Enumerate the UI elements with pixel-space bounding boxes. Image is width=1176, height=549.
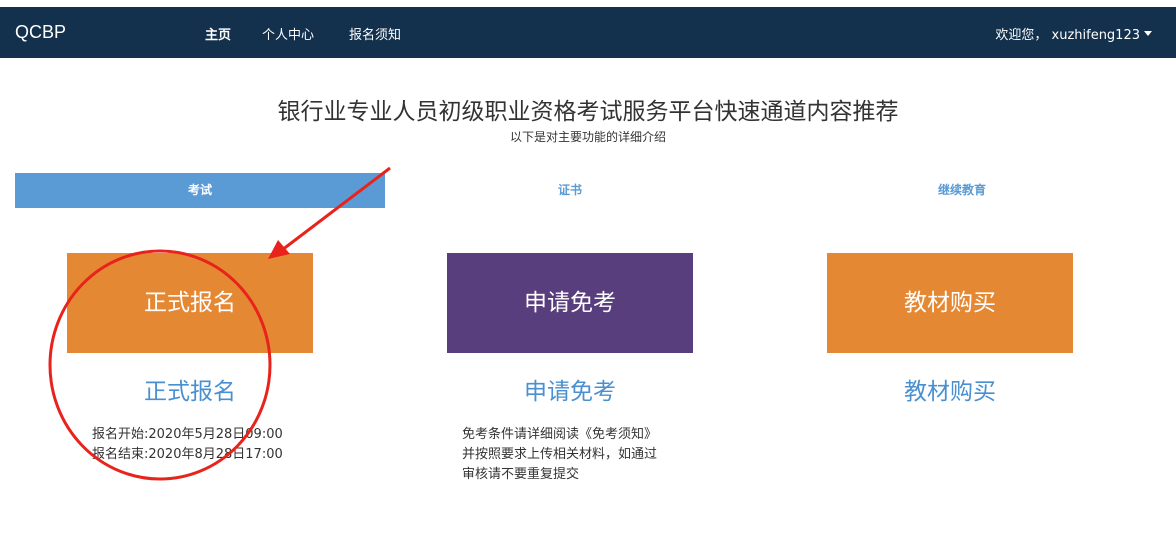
tab-certificate[interactable]: 证书 — [385, 173, 755, 208]
user-menu[interactable]: 欢迎您， xuzhifeng123 — [995, 24, 1140, 43]
exemption-note-line: 并按照要求上传相关材料，如通过 — [462, 447, 658, 462]
tab-exam[interactable]: 考试 — [15, 173, 385, 208]
link-textbook-purchase[interactable]: 教材购买 — [827, 372, 1073, 406]
tile-textbook-purchase[interactable]: 教材购买 — [827, 253, 1073, 353]
page-title: 银行业专业人员初级职业资格考试服务平台快速通道内容推荐 — [277, 99, 899, 125]
tile-formal-registration[interactable]: 正式报名 — [67, 253, 313, 353]
exemption-notes: 免考条件请详细阅读《免考须知》 并按照要求上传相关材料，如通过 审核请不要重复提… — [462, 425, 657, 485]
registration-end: 报名结束:2020年8月28日17:00 — [92, 447, 283, 462]
tile-exam-exemption[interactable]: 申请免考 — [447, 253, 693, 353]
exemption-note-line: 免考条件请详细阅读《免考须知》 — [462, 427, 658, 442]
registration-dates: 报名开始:2020年5月28日09:00 报名结束:2020年8月28日17:0… — [92, 425, 283, 465]
page-subtitle: 以下是对主要功能的详细介绍 — [509, 130, 666, 144]
registration-start: 报名开始:2020年5月28日09:00 — [92, 427, 283, 442]
caret-down-icon[interactable] — [1144, 31, 1152, 36]
nav-personal-center[interactable]: 个人中心 — [262, 24, 314, 43]
link-exam-exemption[interactable]: 申请免考 — [447, 372, 693, 406]
tab-continuing-education[interactable]: 继续教育 — [767, 173, 1157, 208]
exemption-note-line: 审核请不要重复提交 — [462, 467, 580, 482]
nav-registration-notice[interactable]: 报名须知 — [349, 24, 401, 43]
brand-logo[interactable]: QCBP — [15, 22, 66, 43]
navbar: QCBP 主页 个人中心 报名须知 欢迎您， xuzhifeng123 — [0, 7, 1176, 58]
nav-home[interactable]: 主页 — [205, 24, 231, 43]
link-formal-registration[interactable]: 正式报名 — [67, 372, 313, 406]
